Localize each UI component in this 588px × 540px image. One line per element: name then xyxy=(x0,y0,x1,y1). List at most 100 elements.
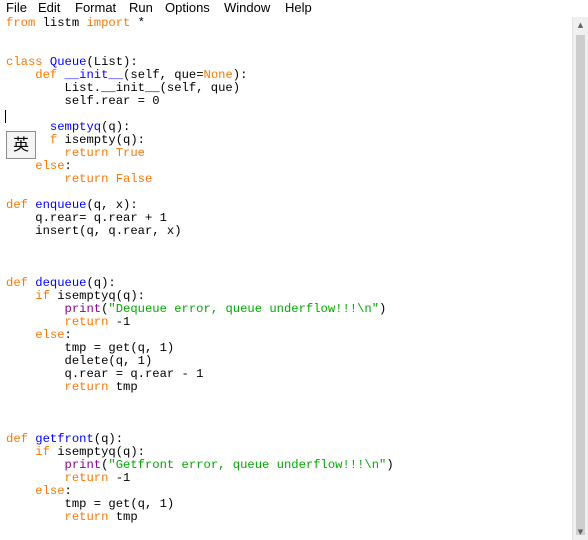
code-token: return xyxy=(64,172,109,186)
code-token: tmp xyxy=(108,510,138,524)
code-token: delete(q, 1) xyxy=(6,354,153,368)
code-token: semptyq xyxy=(49,120,102,134)
code-token: if xyxy=(35,445,50,459)
code-token: -1 xyxy=(108,315,131,329)
code-token: : xyxy=(64,328,72,342)
code-token: (q): xyxy=(86,276,116,290)
menu-bar: File Edit Format Run Options Window Help xyxy=(0,0,588,17)
code-token: ) xyxy=(379,302,387,316)
menu-format[interactable]: Format xyxy=(75,0,116,17)
code-token: None xyxy=(203,68,233,82)
code-token: -1 xyxy=(108,471,131,485)
code-line[interactable]: return False xyxy=(6,173,394,186)
code-token: dequeue xyxy=(35,276,87,290)
menu-options[interactable]: Options xyxy=(165,0,210,17)
code-token: ): xyxy=(232,68,248,82)
menu-file[interactable]: File xyxy=(6,0,27,17)
code-token: def xyxy=(6,276,28,290)
code-token: False xyxy=(115,172,153,186)
code-token: tmp = get(q, 1) xyxy=(6,341,175,355)
code-line[interactable] xyxy=(6,394,394,407)
code-token: __init__ xyxy=(64,68,124,82)
code-token: getfront xyxy=(35,432,94,446)
code-editor[interactable]: from listm import * class Queue(List): de… xyxy=(0,17,572,540)
code-token: class xyxy=(6,55,43,69)
code-token: isempty(q): xyxy=(57,133,145,147)
menu-window[interactable]: Window xyxy=(224,0,270,17)
code-token: else xyxy=(35,484,65,498)
scroll-up-arrow-icon[interactable]: ▲ xyxy=(573,17,588,33)
code-token: print xyxy=(64,458,102,472)
menu-run[interactable]: Run xyxy=(129,0,153,17)
code-token: if xyxy=(35,289,50,303)
code-line[interactable]: return tmp xyxy=(6,381,394,394)
code-token: "Dequeue error, queue underflow!!!\n" xyxy=(108,302,380,316)
code-token: q.rear= q.rear + 1 xyxy=(6,211,167,225)
code-token: isemptyq(q): xyxy=(49,289,145,303)
code-token: tmp xyxy=(108,380,138,394)
menu-help[interactable]: Help xyxy=(285,0,312,17)
code-line[interactable] xyxy=(6,30,394,43)
code-token: * xyxy=(130,17,145,30)
text-cursor xyxy=(5,110,6,123)
scroll-thumb[interactable] xyxy=(576,35,585,535)
code-token: (self, que= xyxy=(123,68,204,82)
menu-edit[interactable]: Edit xyxy=(38,0,60,17)
code-token: from xyxy=(6,17,36,30)
code-token: (q): xyxy=(93,432,124,446)
code-token: listm xyxy=(35,17,87,30)
code-token: (List): xyxy=(86,55,138,69)
code-line[interactable] xyxy=(6,251,394,264)
code-token: (q, x): xyxy=(86,198,138,212)
code-token: insert(q, q.rear, x) xyxy=(6,224,182,238)
code-token: True xyxy=(115,146,145,160)
ime-mode-indicator[interactable]: 英 xyxy=(6,131,36,159)
code-line[interactable]: return tmp xyxy=(6,511,394,524)
code-token: List.__init__(self, que) xyxy=(6,81,241,95)
code-token: return xyxy=(64,315,109,329)
code-token: return xyxy=(64,380,109,394)
code-token: return xyxy=(64,510,109,524)
code-token: else xyxy=(35,159,65,173)
code-token: "Getfront error, queue underflow!!!\n" xyxy=(108,458,387,472)
code-token: def xyxy=(35,68,58,82)
code-token: isemptyq(q): xyxy=(49,445,145,459)
code-token: : xyxy=(64,159,72,173)
code-token: self.rear = 0 xyxy=(6,94,160,108)
code-token: def xyxy=(6,432,28,446)
code-line[interactable] xyxy=(6,238,394,251)
code-token: enqueue xyxy=(35,198,87,212)
code-token: Queue xyxy=(49,55,87,69)
code-line[interactable]: self.rear = 0 xyxy=(6,95,394,108)
vertical-scrollbar[interactable]: ▲ ▼ xyxy=(572,17,588,540)
code-token: q.rear = q.rear - 1 xyxy=(6,367,204,381)
code-token: : xyxy=(64,484,72,498)
code-token: else xyxy=(35,328,65,342)
code-token: print xyxy=(64,302,102,316)
scroll-down-arrow-icon[interactable]: ▼ xyxy=(573,524,588,540)
code-token: (q): xyxy=(101,120,131,134)
editor-window: File Edit Format Run Options Window Help… xyxy=(0,0,588,540)
code-token: return xyxy=(64,146,109,160)
code-line[interactable]: insert(q, q.rear, x) xyxy=(6,225,394,238)
code-line[interactable]: from listm import * xyxy=(6,17,394,30)
code-text[interactable]: from listm import * class Queue(List): de… xyxy=(6,17,394,524)
code-token: import xyxy=(86,17,131,30)
code-line[interactable] xyxy=(6,407,394,420)
